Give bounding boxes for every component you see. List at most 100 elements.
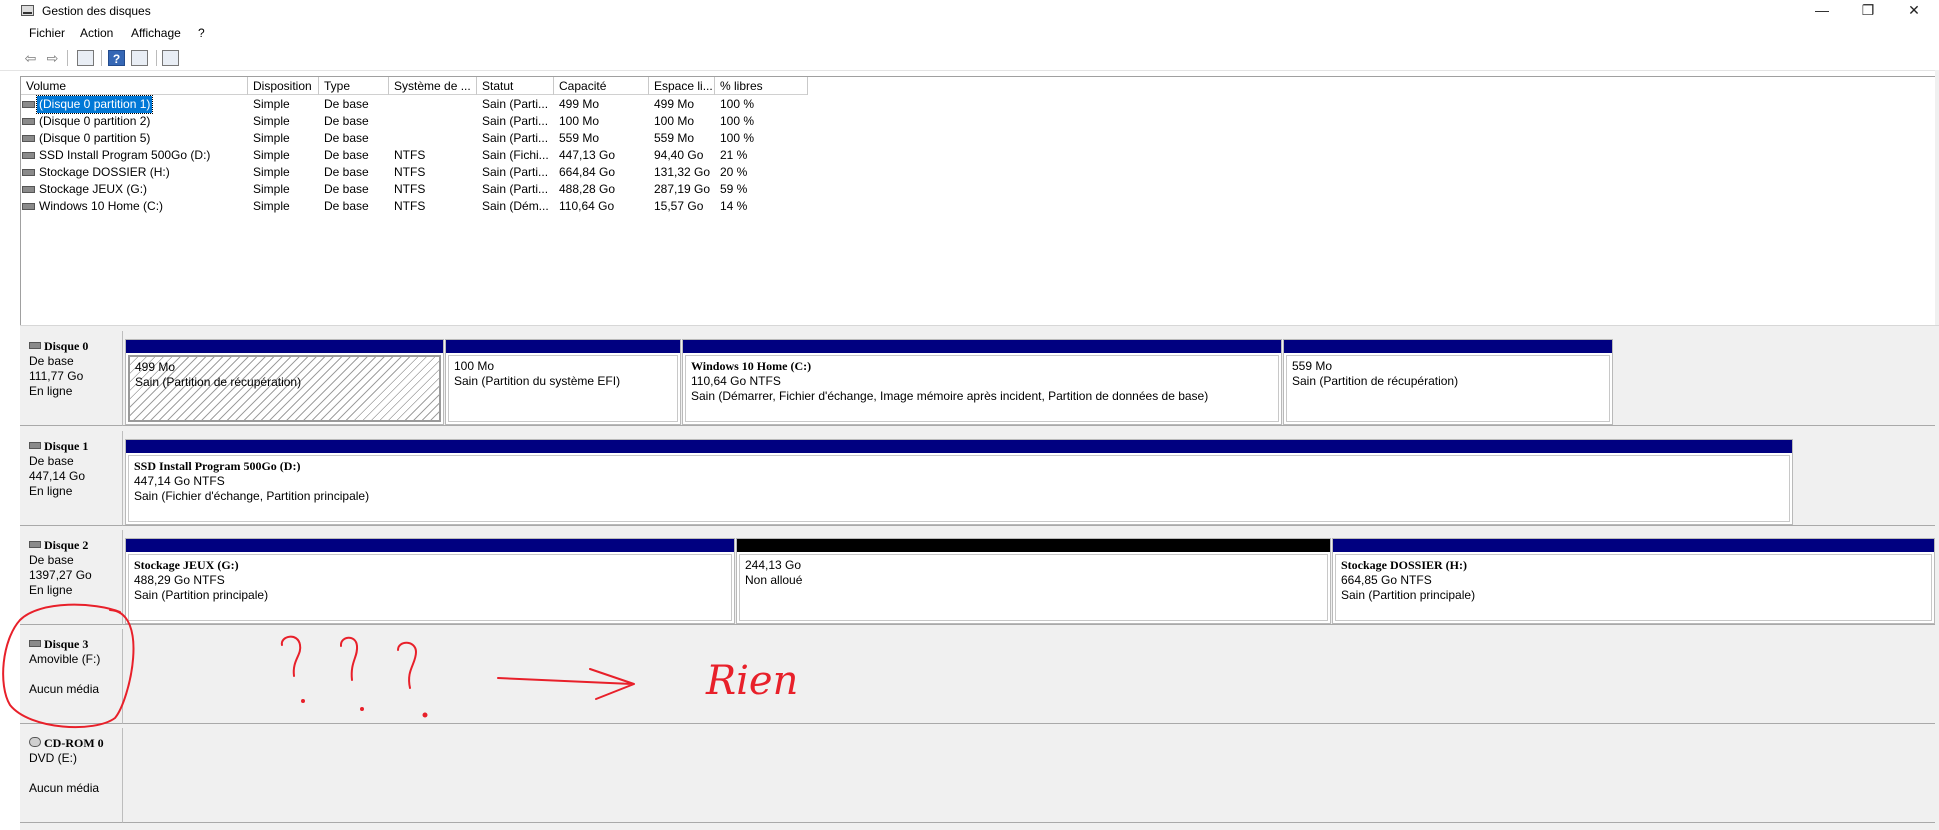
disk-label-0[interactable]: Disque 0 De base 111,77 Go En ligne xyxy=(20,331,123,426)
partition-size: 100 Mo xyxy=(454,359,495,373)
disk-label-3[interactable]: Disque 3 Amovible (F:) Aucun média xyxy=(20,629,123,724)
cell-type: De base xyxy=(324,114,369,128)
back-arrow-icon[interactable]: ⇦ xyxy=(22,50,39,66)
cell-disposition: Simple xyxy=(253,114,290,128)
cell-fs xyxy=(389,96,477,113)
vertical-scrollbar[interactable] xyxy=(1935,70,1939,830)
partition-block[interactable]: Stockage DOSSIER (H:) 664,85 Go NTFS Sai… xyxy=(1332,538,1935,624)
partition-block[interactable]: 559 Mo Sain (Partition de récupération) xyxy=(1283,339,1613,425)
volume-list-header: Volume Disposition Type Système de ... S… xyxy=(21,77,808,95)
volume-name: Stockage DOSSIER (H:) xyxy=(39,165,170,179)
title-bar: Gestion des disques — ❐ ✕ xyxy=(0,0,1939,23)
disk-name: CD-ROM 0 xyxy=(44,736,104,750)
close-button[interactable]: ✕ xyxy=(1892,0,1936,22)
disk-state: Aucun média xyxy=(29,682,100,696)
cell-free: 100 Mo xyxy=(654,114,695,128)
partition-body: Windows 10 Home (C:) 110,64 Go NTFS Sain… xyxy=(685,355,1279,422)
primary-partition-bar xyxy=(683,340,1281,353)
primary-partition-bar xyxy=(1284,340,1612,353)
partition-status: Sain (Partition principale) xyxy=(134,588,269,602)
disk-state: En ligne xyxy=(29,384,73,398)
column-filesystem[interactable]: Système de ... xyxy=(389,77,477,95)
partition-block[interactable]: Windows 10 Home (C:) 110,64 Go NTFS Sain… xyxy=(682,339,1282,425)
primary-partition-bar xyxy=(1333,539,1934,552)
disk-size: 1397,27 Go xyxy=(29,568,92,582)
cell-capacity: 100 Mo xyxy=(559,114,600,128)
volume-name: (Disque 0 partition 5) xyxy=(39,131,151,145)
cell-fs: NTFS xyxy=(394,199,426,213)
column-disposition[interactable]: Disposition xyxy=(248,77,319,95)
volume-icon xyxy=(22,152,35,159)
disk-list-icon[interactable] xyxy=(77,50,94,66)
volume-name: (Disque 0 partition 2) xyxy=(39,114,151,128)
cell-fs xyxy=(389,130,477,147)
partition-block[interactable]: Stockage JEUX (G:) 488,29 Go NTFS Sain (… xyxy=(125,538,735,624)
menu-help[interactable]: ? xyxy=(198,26,205,40)
table-row[interactable]: (Disque 0 partition 2) Simple De base Sain … xyxy=(21,113,808,130)
cell-status: Sain (Parti... xyxy=(482,182,549,196)
volume-list[interactable]: Volume Disposition Type Système de ... S… xyxy=(20,76,1939,325)
volume-icon xyxy=(22,135,35,142)
disk-icon xyxy=(29,342,41,349)
menu-affichage[interactable]: Affichage xyxy=(131,26,181,40)
table-row[interactable]: Stockage JEUX (G:) Simple De base NTFS Sain … xyxy=(21,181,808,198)
column-free-space[interactable]: Espace li... xyxy=(649,77,715,95)
disk-state: En ligne xyxy=(29,583,73,597)
disk-type: De base xyxy=(29,454,74,468)
partition-block[interactable]: 499 Mo Sain (Partition de récupération) xyxy=(125,339,444,425)
volume-name: Windows 10 Home (C:) xyxy=(39,199,164,213)
table-row[interactable]: Windows 10 Home (C:) Simple De base NTFS Sai… xyxy=(21,198,808,215)
table-row[interactable]: Stockage DOSSIER (H:) Simple De base NTFS Sa… xyxy=(21,164,808,181)
column-percent-free[interactable]: % libres xyxy=(715,77,808,95)
partition-title: Stockage DOSSIER (H:) xyxy=(1341,558,1468,572)
maximize-button[interactable]: ❐ xyxy=(1846,0,1890,22)
volume-icon xyxy=(22,203,35,210)
forward-arrow-icon[interactable]: ⇨ xyxy=(44,50,61,66)
cell-type: De base xyxy=(324,199,369,213)
column-status[interactable]: Statut xyxy=(477,77,554,95)
toolbar-separator xyxy=(101,50,102,66)
cell-free: 131,32 Go xyxy=(654,165,711,179)
cell-disposition: Simple xyxy=(253,148,290,162)
menu-fichier[interactable]: Fichier xyxy=(29,26,65,40)
partition-size: 559 Mo xyxy=(1292,359,1333,373)
partition-block[interactable]: 100 Mo Sain (Partition du système EFI) xyxy=(445,339,681,425)
disk-label-1[interactable]: Disque 1 De base 447,14 Go En ligne xyxy=(20,431,123,526)
table-row[interactable]: (Disque 0 partition 1) Simple De base Sain … xyxy=(21,95,808,114)
disk-type: Amovible (F:) xyxy=(29,652,101,666)
partition-block[interactable]: SSD Install Program 500Go (D:) 447,14 Go… xyxy=(125,439,1793,525)
disk-management-icon xyxy=(21,5,34,16)
cell-status: Sain (Dém... xyxy=(482,199,549,213)
volume-name: SSD Install Program 500Go (D:) xyxy=(39,148,211,162)
table-row[interactable]: SSD Install Program 500Go (D:) Simple De b… xyxy=(21,147,808,164)
disk-label-2[interactable]: Disque 2 De base 1397,27 Go En ligne xyxy=(20,530,123,625)
partition-status: Sain (Partition de récupération) xyxy=(1292,374,1459,388)
console-icon[interactable] xyxy=(162,50,179,66)
cell-pct: 20 % xyxy=(720,165,748,179)
toolbar: ⇦ ⇨ ? xyxy=(0,45,1939,71)
partition-body: 559 Mo Sain (Partition de récupération) xyxy=(1286,355,1610,422)
menu-action[interactable]: Action xyxy=(80,26,113,40)
cell-status: Sain (Parti... xyxy=(482,131,549,145)
column-type[interactable]: Type xyxy=(319,77,389,95)
disk-icon xyxy=(29,442,41,449)
properties-icon[interactable] xyxy=(131,50,148,66)
disk-label-cdrom[interactable]: CD-ROM 0 DVD (E:) Aucun média xyxy=(20,728,123,823)
disk-row-1: Disque 1 De base 447,14 Go En ligne SSD … xyxy=(20,431,1935,526)
table-row[interactable]: (Disque 0 partition 5) Simple De base Sain … xyxy=(21,130,808,147)
cell-disposition: Simple xyxy=(253,182,290,196)
partition-status: Sain (Partition principale) xyxy=(1341,588,1476,602)
minimize-button[interactable]: — xyxy=(1800,0,1844,22)
column-volume[interactable]: Volume xyxy=(21,77,248,95)
primary-partition-bar xyxy=(126,539,734,552)
partition-size: 447,14 Go NTFS xyxy=(134,474,225,488)
cell-type: De base xyxy=(324,97,369,111)
disk-row-background xyxy=(123,728,1935,823)
unallocated-block[interactable]: 244,13 Go Non alloué xyxy=(736,538,1331,624)
cell-free: 287,19 Go xyxy=(654,182,711,196)
partition-title: Windows 10 Home (C:) xyxy=(691,359,812,373)
column-capacity[interactable]: Capacité xyxy=(554,77,649,95)
partition-body: 100 Mo Sain (Partition du système EFI) xyxy=(448,355,678,422)
cell-free: 15,57 Go xyxy=(654,199,704,213)
help-icon[interactable]: ? xyxy=(108,50,125,66)
